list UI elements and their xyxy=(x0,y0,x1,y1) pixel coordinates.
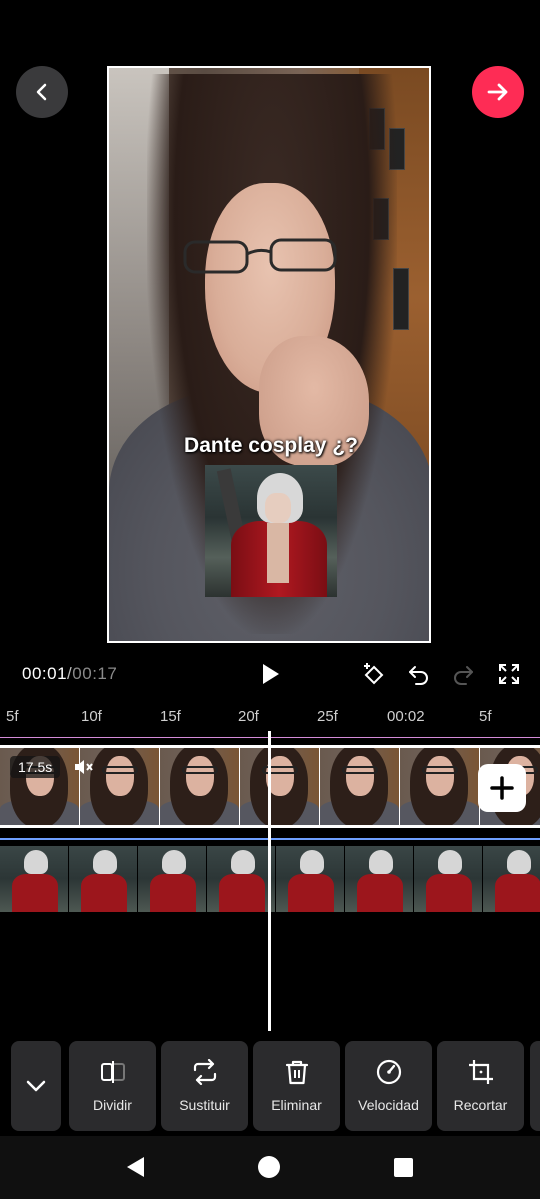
keyframe-icon[interactable] xyxy=(362,662,386,686)
speed-label: Velocidad xyxy=(358,1097,419,1113)
overlay-thumbnail xyxy=(276,846,344,912)
play-icon[interactable] xyxy=(258,662,282,686)
overlay-thumbnail xyxy=(138,846,206,912)
add-clip-button[interactable] xyxy=(478,764,526,812)
clip-thumbnail xyxy=(400,748,479,825)
time-display: 00:01/00:17 xyxy=(22,664,117,684)
next-button[interactable] xyxy=(472,66,524,118)
ruler-label: 25f xyxy=(317,708,338,725)
playhead[interactable] xyxy=(268,731,271,1031)
chevron-left-icon xyxy=(36,83,47,101)
total-time: 00:17 xyxy=(72,664,118,683)
undo-icon[interactable] xyxy=(407,662,431,686)
plus-icon xyxy=(490,776,514,800)
ruler-label: 5f xyxy=(6,708,19,725)
chevron-down-icon xyxy=(26,1080,46,1092)
trash-icon xyxy=(285,1060,309,1085)
crop-button[interactable]: Recortar xyxy=(437,1041,524,1131)
ruler-label: 15f xyxy=(160,708,181,725)
more-tools-button[interactable] xyxy=(530,1041,540,1131)
clip-thumbnail xyxy=(160,748,239,825)
delete-label: Eliminar xyxy=(271,1097,322,1113)
speed-icon xyxy=(376,1059,402,1085)
overlay-thumbnail xyxy=(483,846,540,912)
ruler-label: 5f xyxy=(479,708,492,725)
delete-button[interactable]: Eliminar xyxy=(253,1041,340,1131)
video-preview[interactable]: Dante cosplay ¿? xyxy=(107,66,431,643)
video-caption[interactable]: Dante cosplay ¿? xyxy=(109,434,429,458)
nav-recents-icon[interactable] xyxy=(394,1158,413,1177)
nav-home-icon[interactable] xyxy=(258,1156,280,1178)
overlay-thumbnail xyxy=(414,846,482,912)
ruler-label: 00:02 xyxy=(387,708,425,725)
overlay-image[interactable] xyxy=(205,465,337,597)
crop-label: Recortar xyxy=(453,1097,508,1113)
chest xyxy=(267,523,289,583)
split-icon xyxy=(101,1061,125,1083)
arrow-right-icon xyxy=(487,83,508,101)
overlay-thumbnail xyxy=(69,846,137,912)
character-face xyxy=(265,493,291,523)
ruler-label: 10f xyxy=(81,708,102,725)
clip-duration-badge: 17.5s xyxy=(10,756,61,778)
replace-icon xyxy=(193,1059,217,1085)
split-label: Dividir xyxy=(93,1097,132,1113)
fullscreen-icon[interactable] xyxy=(497,662,521,686)
ruler-label: 20f xyxy=(238,708,259,725)
clip-thumbnail xyxy=(320,748,399,825)
nav-back-icon[interactable] xyxy=(124,1155,146,1179)
clip-thumbnail xyxy=(240,748,319,825)
mute-icon[interactable] xyxy=(72,756,94,778)
speed-button[interactable]: Velocidad xyxy=(345,1041,432,1131)
replace-label: Sustituir xyxy=(179,1097,230,1113)
crop-icon xyxy=(469,1060,493,1084)
replace-button[interactable]: Sustituir xyxy=(161,1041,248,1131)
overlay-thumbnail xyxy=(345,846,413,912)
overlay-thumbnail xyxy=(207,846,275,912)
redo-icon[interactable] xyxy=(451,662,475,686)
back-button[interactable] xyxy=(16,66,68,118)
overlay-thumbnail xyxy=(0,846,68,912)
collapse-toolbar-button[interactable] xyxy=(11,1041,61,1131)
current-time: 00:01 xyxy=(22,664,68,683)
split-button[interactable]: Dividir xyxy=(69,1041,156,1131)
glasses xyxy=(183,238,337,274)
